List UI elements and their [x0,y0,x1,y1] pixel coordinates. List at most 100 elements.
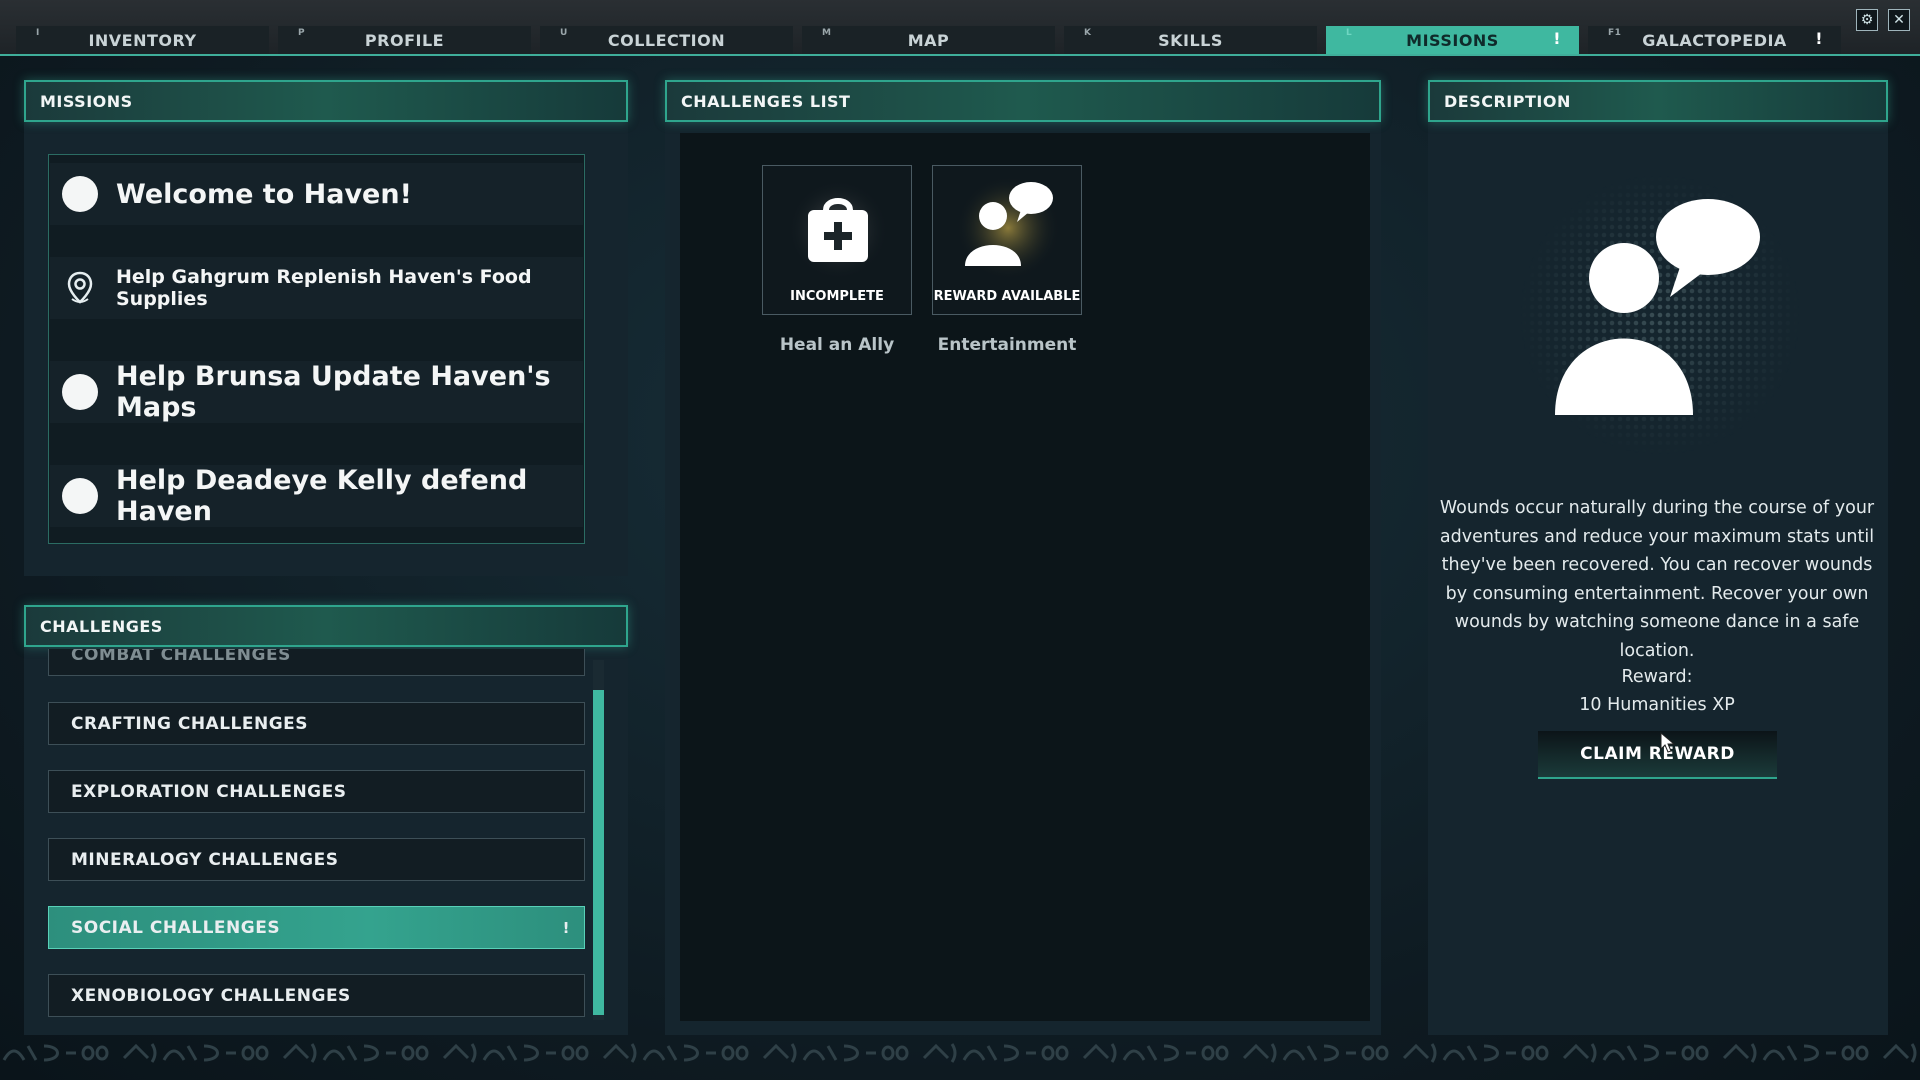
mission-title: Welcome to Haven! [116,178,412,210]
person-speech-icon [953,176,1063,285]
tab-profile[interactable]: P PROFILE [278,26,531,54]
challenge-label: XENOBIOLOGY CHALLENGES [71,985,351,1006]
map-pin-icon [62,271,98,305]
decorative-glyph [43,1044,76,1062]
card-status: INCOMPLETE [790,289,884,304]
challenge-label: MINERALOGY CHALLENGES [71,849,339,870]
mission-title: Help Gahgrum Replenish Haven's Food Supp… [116,266,532,310]
reward-value: 10 Humanities XP [1579,695,1735,715]
tab-list: I INVENTORY P PROFILE U COLLECTION M MAP… [16,26,1841,54]
decorative-glyph [2,1045,38,1061]
decorative-glyph [1762,1045,1798,1061]
challenges-panel-header: CHALLENGES [24,605,628,647]
glyph-pattern [2,1043,1917,1063]
tab-label: COLLECTION [607,30,726,50]
top-tab-bar: I INVENTORY P PROFILE U COLLECTION M MAP… [0,0,1920,56]
circle-icon [62,478,98,514]
challenge-label: EXPLORATION CHALLENGES [71,781,347,802]
tab-missions[interactable]: L MISSIONS ! [1326,26,1579,54]
decorative-glyph [962,1045,998,1061]
decorative-glyph [1041,1045,1069,1061]
decorative-glyph [561,1045,589,1061]
decorative-glyph [1521,1045,1549,1061]
mission-item[interactable]: Help Brunsa Update Haven's Maps [50,361,583,423]
mission-item[interactable]: Welcome to Haven! [50,163,583,225]
decorative-glyph [1602,1045,1638,1061]
missions-panel-header: MISSIONS [24,80,628,122]
mission-title: Help Brunsa Update Haven's Maps [116,361,551,423]
circle-icon [62,374,98,410]
decorative-glyph [122,1043,157,1063]
decorative-glyph [802,1045,838,1061]
challenge-category-combat[interactable]: COMBAT CHALLENGES [48,649,585,676]
decorative-glyph [642,1045,678,1061]
tab-map[interactable]: M MAP [802,26,1055,54]
tab-skills[interactable]: K SKILLS [1064,26,1317,54]
decorative-glyph [363,1044,396,1062]
scrollbar-thumb[interactable] [593,690,604,1015]
challenge-category-social[interactable]: SOCIAL CHALLENGES ! [48,906,585,949]
tab-collection[interactable]: U COLLECTION [540,26,793,54]
challenge-list-clip: COMBAT CHALLENGES [48,649,585,677]
decorative-glyph [1323,1044,1356,1062]
card-name: Entertainment [937,335,1077,355]
decorative-glyph [1242,1043,1277,1063]
decorative-glyph [482,1045,518,1061]
decorative-glyph [1643,1044,1676,1062]
decorative-glyph [922,1043,957,1063]
tab-label: INVENTORY [88,30,197,50]
decorative-glyph [322,1045,358,1061]
decorative-glyph [1681,1045,1709,1061]
medkit-icon [788,180,888,284]
tab-inventory[interactable]: I INVENTORY [16,26,269,54]
decorative-glyph [762,1043,797,1063]
challenge-category-crafting[interactable]: CRAFTING CHALLENGES [48,702,585,745]
decorative-glyph [1722,1043,1757,1063]
tab-hotkey: P [298,28,306,38]
challenge-category-mineralogy[interactable]: MINERALOGY CHALLENGES [48,838,585,881]
cursor-icon [1660,731,1676,758]
tab-hotkey: K [1084,28,1092,38]
panel-title: DESCRIPTION [1444,91,1571,111]
alert-badge: ! [1553,29,1561,48]
decorative-glyph [81,1045,109,1061]
tab-galactopedia[interactable]: F1 GALACTOPEDIA ! [1588,26,1841,54]
card-status: REWARD AVAILABLE [933,289,1081,304]
decorative-glyph [721,1045,749,1061]
decorative-glyph [442,1043,477,1063]
claim-reward-button[interactable]: CLAIM REWARD [1538,731,1777,779]
mission-list: Welcome to Haven! Help Gahgrum Replenish… [48,154,585,544]
alert-badge: ! [1815,29,1823,48]
decorative-glyph [1163,1044,1196,1062]
settings-icon[interactable]: ⚙ [1856,9,1878,31]
decorative-glyph [1442,1045,1478,1061]
tab-label: MISSIONS [1406,30,1499,50]
tab-hotkey: I [36,28,40,38]
decorative-glyph [843,1044,876,1062]
decorative-glyph [401,1045,429,1061]
panel-title: MISSIONS [40,91,133,111]
tab-hotkey: M [822,28,832,38]
decorative-glyph [1483,1044,1516,1062]
tab-hotkey: F1 [1608,28,1622,38]
mission-item[interactable]: Help Gahgrum Replenish Haven's Food Supp… [50,257,583,319]
challenge-label: CRAFTING CHALLENGES [71,713,309,734]
panel-title: CHALLENGES LIST [681,91,851,111]
mission-title: Help Deadeye Kelly defend Haven [116,465,528,527]
challenge-label: SOCIAL CHALLENGES [71,917,281,938]
challenge-category-exploration[interactable]: EXPLORATION CHALLENGES [48,770,585,813]
close-icon[interactable]: ✕ [1888,9,1910,31]
alert-badge: ! [562,918,570,937]
mission-item[interactable]: Help Deadeye Kelly defend Haven [50,465,583,527]
panel-title: CHALLENGES [40,616,163,636]
decorative-glyph-strip [0,1038,1920,1068]
decorative-glyph [1201,1045,1229,1061]
decorative-glyph [1562,1043,1597,1063]
decorative-glyph [1282,1045,1318,1061]
decorative-glyph [1803,1044,1836,1062]
reward-label: Reward: [1621,667,1693,687]
challenge-card-heal-an-ally[interactable]: INCOMPLETE [762,165,912,315]
challenge-category-xenobiology[interactable]: XENOBIOLOGY CHALLENGES [48,974,585,1017]
challenge-card-entertainment[interactable]: REWARD AVAILABLE [932,165,1082,315]
decorative-glyph [1122,1045,1158,1061]
